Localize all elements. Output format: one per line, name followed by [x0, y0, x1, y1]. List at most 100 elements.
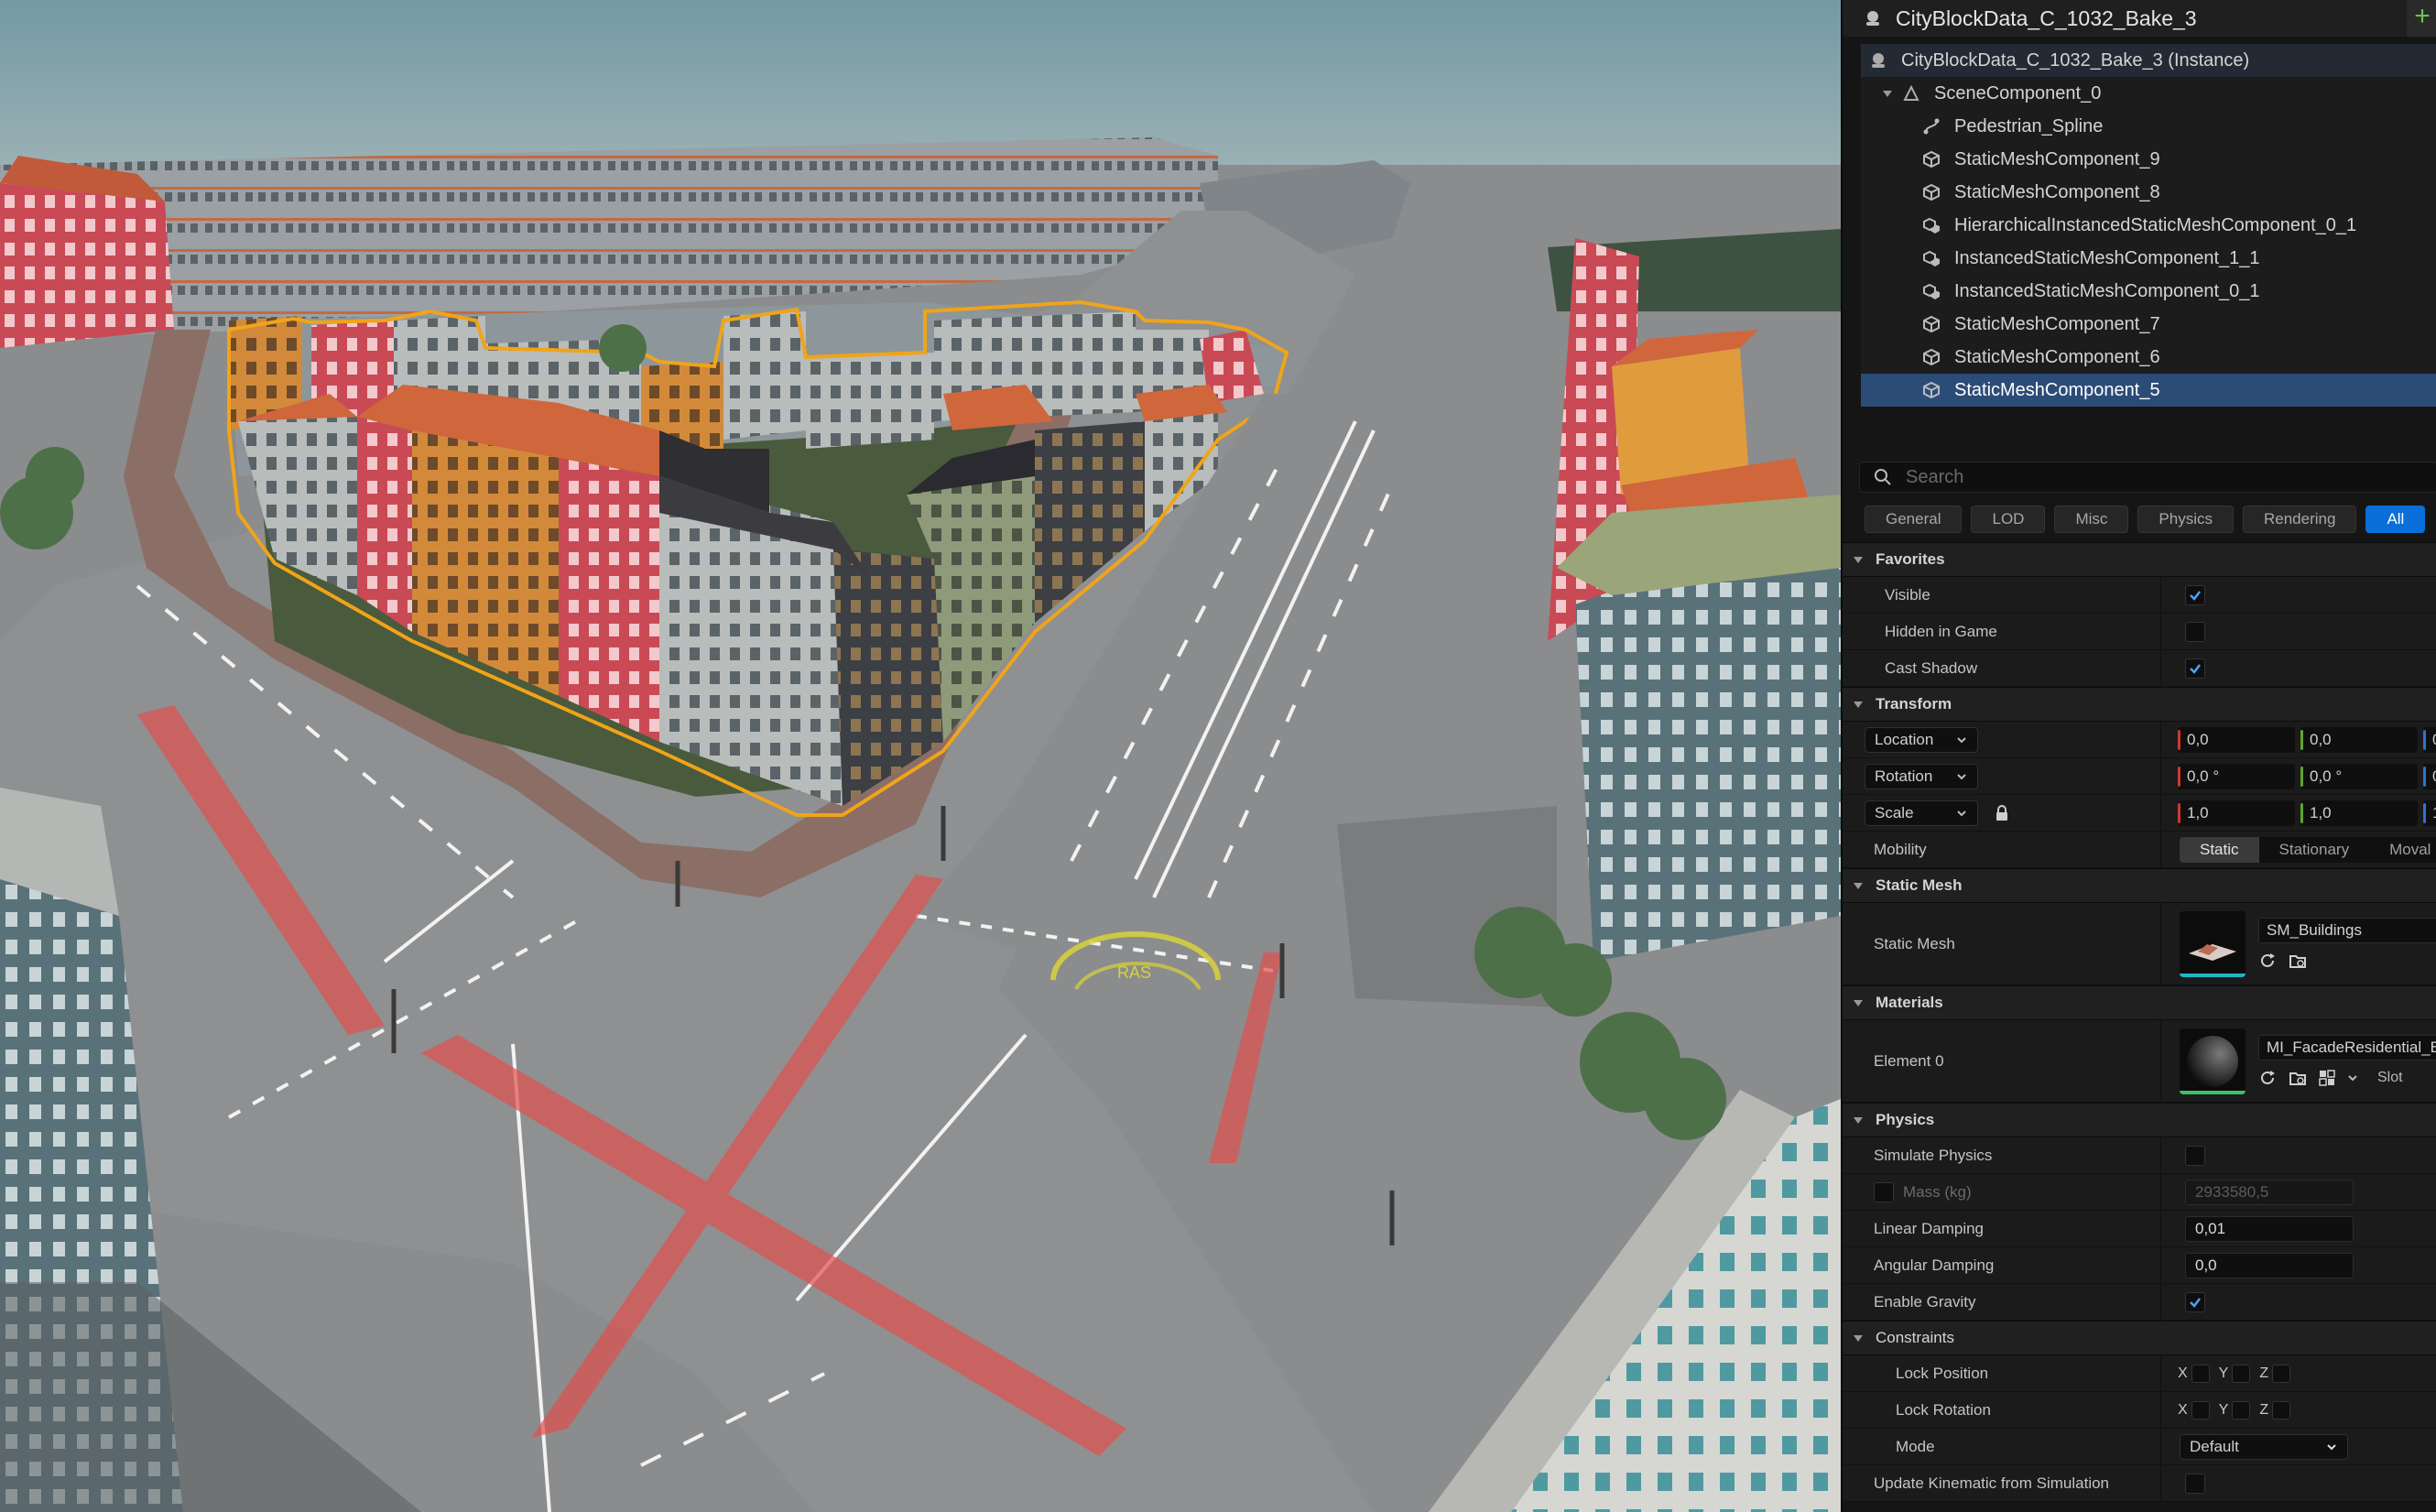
property-list: Favorites Visible Hidden in Game Cast Sh…: [1843, 542, 2436, 1502]
tree-row-component[interactable]: StaticMeshComponent_8: [1861, 176, 2436, 209]
filter-lod[interactable]: LOD: [1971, 506, 2046, 533]
tree-row-component[interactable]: Pedestrian_Spline: [1861, 110, 2436, 143]
mobility-stationary[interactable]: Stationary: [2259, 837, 2370, 863]
tree-row-component[interactable]: StaticMeshComponent_7: [1861, 308, 2436, 341]
mobility-movable[interactable]: Moval: [2369, 837, 2436, 863]
filter-all[interactable]: All: [2365, 506, 2426, 533]
prop-element-0: Element 0 MI_FacadeResidential_B Slot: [1843, 1020, 2436, 1103]
actor-icon: [1872, 53, 1885, 68]
tree-row-component[interactable]: HierarchicalInstancedStaticMeshComponent…: [1861, 209, 2436, 242]
material-thumbnail[interactable]: [2180, 1028, 2246, 1094]
section-constraints[interactable]: Constraints: [1843, 1321, 2436, 1355]
add-component-button[interactable]: +: [2407, 0, 2436, 37]
location-x-field[interactable]: 0,0: [2178, 726, 2295, 753]
location-mode-dropdown[interactable]: Location: [1865, 726, 1978, 753]
viewport-scene[interactable]: RAS: [0, 0, 1841, 1512]
chevron-down-icon: [1854, 1335, 1863, 1342]
section-favorites[interactable]: Favorites: [1843, 542, 2436, 577]
use-selected-icon[interactable]: [2258, 1068, 2278, 1088]
rotation-mode-dropdown[interactable]: Rotation: [1865, 763, 1978, 789]
tree-row-component[interactable]: StaticMeshComponent_5: [1861, 374, 2436, 407]
tree-item-label: StaticMeshComponent_9: [1954, 148, 2160, 169]
mass-override-checkbox[interactable]: [1874, 1181, 1894, 1202]
scale-mode-dropdown[interactable]: Scale: [1865, 800, 1978, 826]
section-transform[interactable]: Transform: [1843, 687, 2436, 722]
constraint-mode-dropdown[interactable]: Default: [2180, 1433, 2348, 1460]
section-title: Favorites: [1876, 550, 1945, 568]
linear-damping-field[interactable]: 0,01: [2185, 1215, 2354, 1242]
scale-y-field[interactable]: 1,0: [2300, 800, 2418, 826]
tree-row-component[interactable]: InstancedStaticMeshComponent_1_1: [1861, 242, 2436, 275]
static-mesh-asset-name[interactable]: SM_Buildings: [2258, 917, 2436, 943]
use-selected-icon[interactable]: [2258, 951, 2278, 971]
axis-y-label: Y: [2218, 1401, 2229, 1418]
chevron-down-icon[interactable]: [2346, 1071, 2359, 1084]
tree-item-label: InstancedStaticMeshComponent_0_1: [1954, 280, 2260, 301]
update-kinematic-checkbox[interactable]: [2185, 1473, 2205, 1494]
tree-row-component[interactable]: StaticMeshComponent_6: [1861, 341, 2436, 374]
filter-general[interactable]: General: [1865, 506, 1963, 533]
scale-z-field[interactable]: 1: [2423, 800, 2436, 826]
rotation-y-field[interactable]: 0,0 °: [2300, 763, 2418, 789]
details-title-bar: CityBlockData_C_1032_Bake_3 +: [1843, 0, 2436, 37]
actor-icon: [1866, 11, 1879, 26]
chevron-down-icon: [1854, 1000, 1863, 1006]
lock-icon[interactable]: [1993, 804, 2011, 822]
search-input[interactable]: [1906, 466, 2419, 488]
lock-rotation-z-checkbox[interactable]: [2272, 1400, 2291, 1420]
prop-mobility: Mobility Static Stationary Moval: [1843, 832, 2436, 868]
tree-row-scene[interactable]: SceneComponent_0: [1861, 77, 2436, 110]
location-y-field[interactable]: 0,0: [2300, 726, 2418, 753]
filter-rendering[interactable]: Rendering: [2242, 506, 2357, 533]
chevron-down-icon: [1957, 773, 1966, 779]
cast-shadow-checkbox[interactable]: [2185, 658, 2205, 679]
static-mesh-thumbnail[interactable]: [2180, 910, 2246, 977]
dropdown-value: Rotation: [1875, 767, 1933, 785]
hidden-in-game-checkbox[interactable]: [2185, 621, 2205, 642]
browse-folder-icon[interactable]: [2288, 1068, 2308, 1088]
chevron-down-icon: [1854, 883, 1863, 889]
prop-enable-gravity: Enable Gravity: [1843, 1284, 2436, 1321]
tree-row-root[interactable]: CityBlockData_C_1032_Bake_3 (Instance): [1861, 44, 2436, 77]
scene-component-icon: [1903, 84, 1919, 101]
visible-checkbox[interactable]: [2185, 584, 2205, 605]
lock-rotation-y-checkbox[interactable]: [2232, 1400, 2251, 1420]
axis-z-label: Z: [2259, 1365, 2269, 1381]
location-z-field[interactable]: 0: [2423, 726, 2436, 753]
rotation-x-field[interactable]: 0,0 °: [2178, 763, 2295, 789]
mobility-static[interactable]: Static: [2180, 836, 2259, 863]
section-static-mesh[interactable]: Static Mesh: [1843, 868, 2436, 903]
chevron-down-icon[interactable]: [1881, 87, 1894, 100]
material-asset-name[interactable]: MI_FacadeResidential_B: [2258, 1034, 2436, 1061]
instanced-mesh-icon: [1923, 217, 1940, 234]
angular-damping-field[interactable]: 0,0: [2185, 1252, 2354, 1278]
enable-gravity-checkbox[interactable]: [2185, 1291, 2205, 1312]
tree-row-component[interactable]: InstancedStaticMeshComponent_0_1: [1861, 275, 2436, 308]
chevron-down-icon: [1957, 810, 1966, 816]
chevron-down-icon: [1854, 557, 1863, 563]
lock-position-y-checkbox[interactable]: [2232, 1364, 2251, 1383]
tree-item-label: Pedestrian_Spline: [1954, 115, 2104, 136]
prop-label: Simulate Physics: [1843, 1137, 2161, 1173]
section-materials[interactable]: Materials: [1843, 985, 2436, 1020]
filter-misc[interactable]: Misc: [2054, 506, 2129, 533]
section-physics[interactable]: Physics: [1843, 1103, 2436, 1137]
lock-position-z-checkbox[interactable]: [2272, 1364, 2291, 1383]
simulate-physics-checkbox[interactable]: [2185, 1145, 2205, 1166]
section-title: Transform: [1876, 695, 1952, 712]
scale-x-field[interactable]: 1,0: [2178, 800, 2295, 826]
level-viewport[interactable]: RAS: [0, 0, 1841, 1512]
lock-position-x-checkbox[interactable]: [2191, 1364, 2210, 1383]
filter-physics[interactable]: Physics: [2137, 506, 2234, 533]
lock-rotation-x-checkbox[interactable]: [2191, 1400, 2210, 1420]
tree-row-component[interactable]: StaticMeshComponent_9: [1861, 143, 2436, 176]
prop-simulate-physics: Simulate Physics: [1843, 1137, 2436, 1174]
checkmark-icon: [2190, 590, 2201, 601]
details-search: [1859, 462, 2436, 493]
chevron-down-icon: [2327, 1443, 2336, 1450]
prop-label: Update Kinematic from Simulation: [1843, 1465, 2161, 1501]
browse-folder-icon[interactable]: [2288, 951, 2308, 971]
material-options-icon[interactable]: [2317, 1068, 2337, 1088]
prop-angular-damping: Angular Damping 0,0: [1843, 1247, 2436, 1284]
rotation-z-field[interactable]: 0: [2423, 763, 2436, 789]
